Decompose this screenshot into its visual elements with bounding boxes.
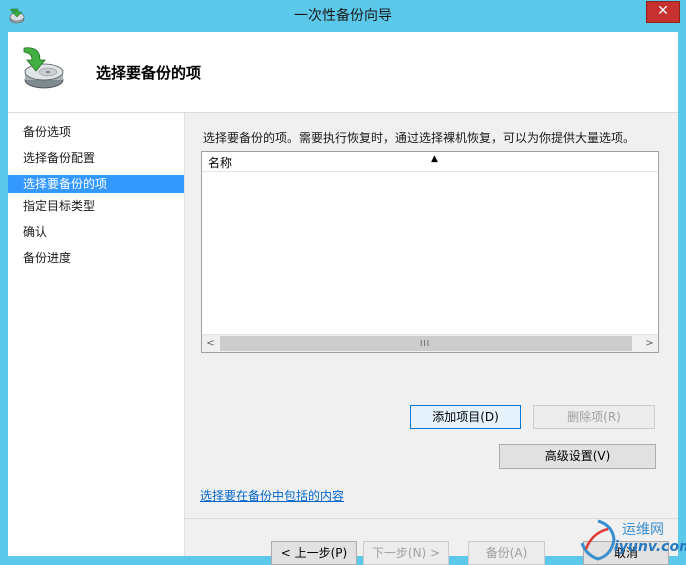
page-description: 选择要备份的项。需要执行恢复时，通过选择裸机恢复，可以为你提供大量选项。 <box>203 131 636 145</box>
watermark-logo-icon <box>580 519 616 561</box>
remove-item-button[interactable]: 删除项(R) <box>533 405 655 429</box>
add-items-button[interactable]: 添加项目(D) <box>410 405 521 429</box>
name-column-label: 名称 <box>208 156 233 170</box>
sort-ascending-icon: ▲ <box>431 154 438 164</box>
sidebar-item-select-items[interactable]: 选择要备份的项 <box>8 175 184 193</box>
backup-items-list[interactable]: 名称 ▲ < III > <box>201 151 659 353</box>
what-to-include-link[interactable]: 选择要在备份中包括的内容 <box>200 487 344 504</box>
wizard-main-pane: 选择要备份的项。需要执行恢复时，通过选择裸机恢复，可以为你提供大量选项。 名称 … <box>185 113 678 565</box>
wizard-client: 选择要备份的项 备份选项 选择备份配置 选择要备份的项 指定目标类型 确认 备份… <box>8 32 678 565</box>
title-bar[interactable]: 一次性备份向导 ✕ <box>0 0 686 32</box>
sidebar-item-destination-type[interactable]: 指定目标类型 <box>8 197 184 215</box>
sidebar-item-backup-options[interactable]: 备份选项 <box>8 123 184 141</box>
close-button[interactable]: ✕ <box>646 1 680 23</box>
horizontal-scrollbar[interactable]: < III > <box>202 334 658 352</box>
site-watermark: 运维网 iyunv.com <box>574 517 686 563</box>
sidebar-item-backup-config[interactable]: 选择备份配置 <box>8 149 184 167</box>
advanced-settings-button[interactable]: 高级设置(V) <box>499 444 656 469</box>
backup-button[interactable]: 备份(A) <box>468 541 545 565</box>
window-title: 一次性备份向导 <box>294 8 392 24</box>
sidebar-item-confirm[interactable]: 确认 <box>8 223 184 241</box>
sidebar-item-progress[interactable]: 备份进度 <box>8 249 184 267</box>
page-title: 选择要备份的项 <box>96 64 202 82</box>
scrollbar-grip-icon: III <box>420 339 431 348</box>
name-column-header[interactable]: 名称 ▲ <box>202 152 658 172</box>
wizard-header: 选择要备份的项 <box>8 32 678 113</box>
next-button[interactable]: 下一步(N) > <box>363 541 449 565</box>
watermark-text-cn: 运维网 <box>622 522 664 538</box>
wizard-steps-sidebar: 备份选项 选择备份配置 选择要备份的项 指定目标类型 确认 备份进度 <box>8 113 185 556</box>
previous-button[interactable]: < 上一步(P) <box>271 541 357 565</box>
backup-drive-icon <box>23 47 64 89</box>
scroll-right-icon[interactable]: > <box>641 335 658 352</box>
scroll-left-icon[interactable]: < <box>202 335 219 352</box>
watermark-text-domain: iyunv.com <box>614 539 686 555</box>
